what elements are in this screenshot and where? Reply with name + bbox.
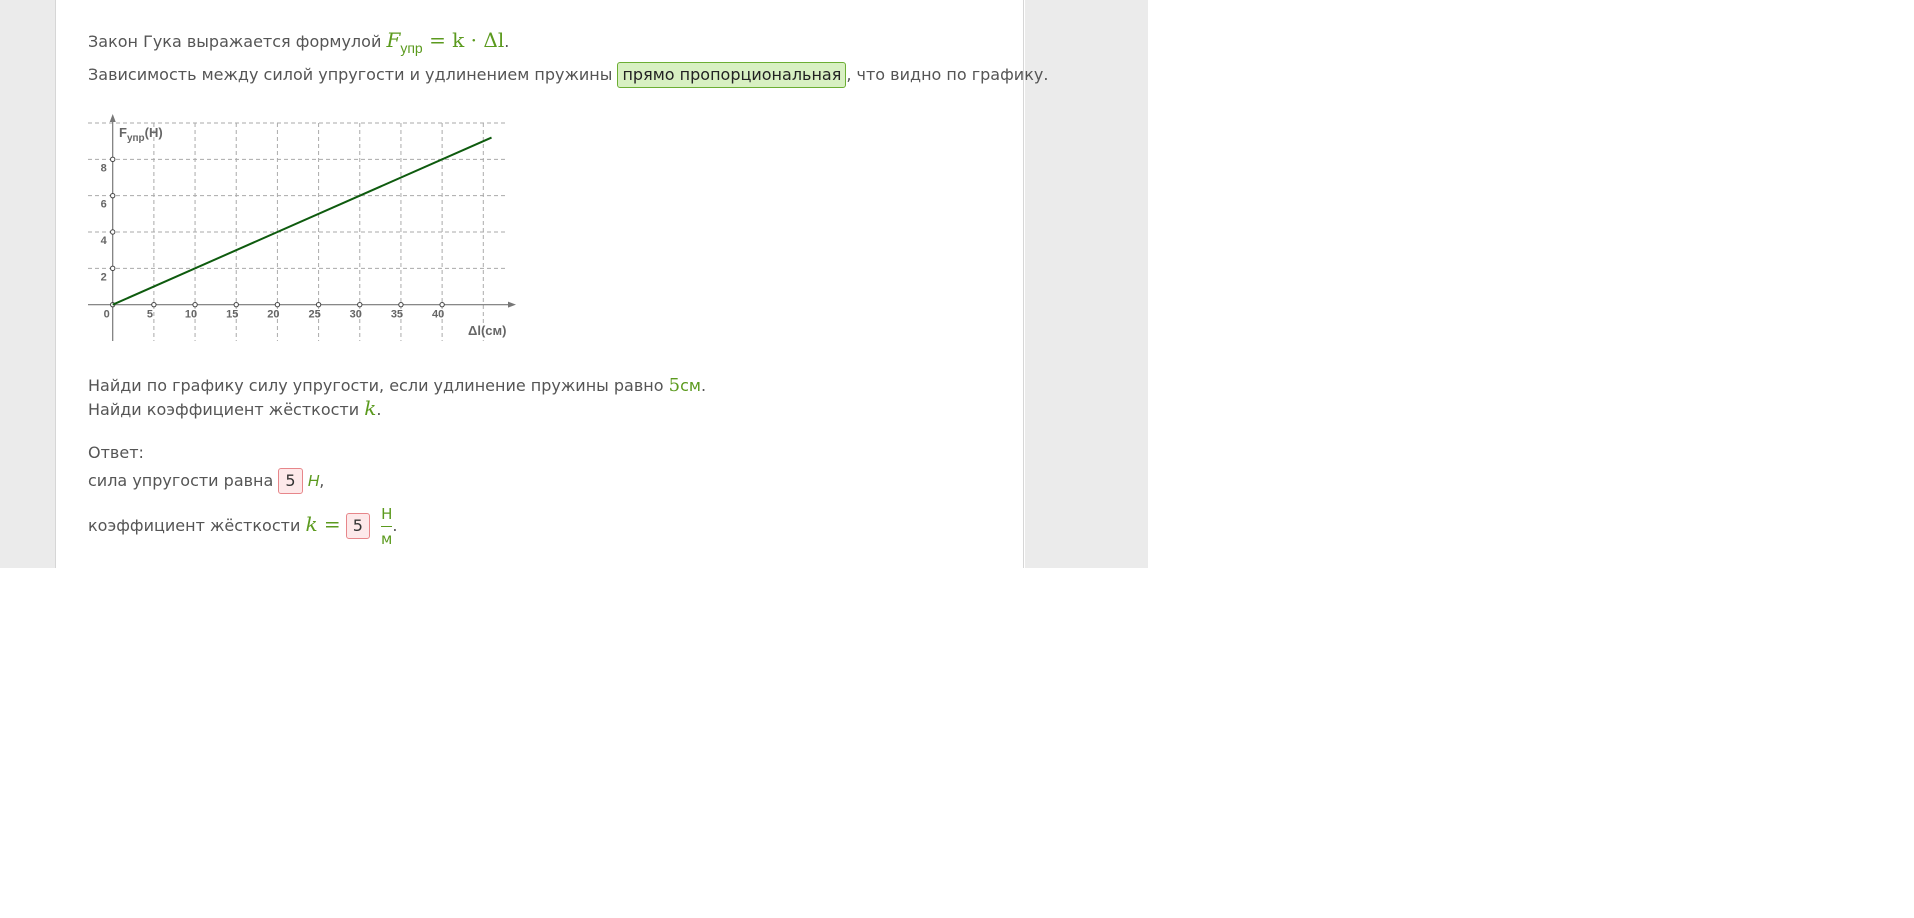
x-tick-label: 0 [104,309,110,321]
chart-series [112,136,492,306]
x-tick-mark [439,301,445,308]
x-tick-label: 35 [391,309,403,321]
y-tick-label: 4 [101,235,108,247]
stiffness-answer-input[interactable]: 5 [345,513,370,539]
stiffness-unit-fraction: Нм [381,505,393,548]
force-answer-input[interactable]: 5 [278,468,303,494]
y-tick-label: 8 [101,162,107,174]
x-tick-mark [274,301,281,308]
x-tick-mark [315,301,322,308]
x-tick-label: 15 [226,309,238,321]
page-background-left [0,0,55,568]
x-tick-mark [151,301,157,308]
question-1: Найди по графику силу упругости, если уд… [88,375,707,396]
x-tick-label: 30 [350,309,362,321]
stiffness-variable-eq: k = [305,512,341,536]
x-tick-label: 5 [147,309,153,321]
chart-axes [88,114,516,341]
elongation-value: 5 [668,375,681,396]
question-2: Найди коэффициент жёсткости k. [88,396,382,420]
y-tick-mark [110,192,116,199]
hooke-chart: 0 5 10 15 20 25 30 35 40 2 4 6 8 Fупр(Н) Δl(см) [88,114,516,341]
x-axis-arrow [508,301,516,308]
x-tick-mark [398,301,404,308]
y-axis-arrow [109,114,116,122]
answer-dependence-correct: прямо пропорциональная [617,62,847,88]
x-axis-label: Δl(см) [468,323,506,338]
stiffness-variable: k [364,396,377,420]
y-tick-mark [110,265,116,272]
intro-text: Закон Гука выражается формулой [88,32,382,51]
x-tick-mark [233,301,239,308]
answer-title: Ответ: [88,443,144,462]
y-tick-mark [110,156,116,163]
x-tick-label: 20 [267,309,279,321]
hooke-formula: Fупр = k · Δl [386,28,505,56]
x-tick-label: 40 [432,309,444,321]
x-tick-label: 25 [308,309,320,321]
intro-line-1: Закон Гука выражается формулой Fупр = k … [88,28,510,56]
answer-stiffness-row: коэффициент жёсткости k = 5 Нм. [88,505,398,548]
y-tick-label: 2 [101,271,107,283]
x-tick-label: 10 [185,309,197,321]
series-line [112,136,492,306]
y-tick-label: 6 [101,199,107,211]
y-tick-mark [110,229,116,235]
x-tick-mark [192,301,198,308]
answer-force-row: сила упругости равна 5 Н, [88,468,324,494]
dependence-text: Зависимость между силой упругости и удли… [88,65,613,84]
y-axis-label: Fупр(Н) [119,125,163,144]
force-unit: Н [307,473,320,490]
x-tick-mark [357,301,363,308]
intro-line-2: Зависимость между силой упругости и удли… [88,62,1048,88]
elongation-unit: см [680,376,701,395]
task-card: Закон Гука выражается формулой Fупр = k … [55,0,1048,568]
